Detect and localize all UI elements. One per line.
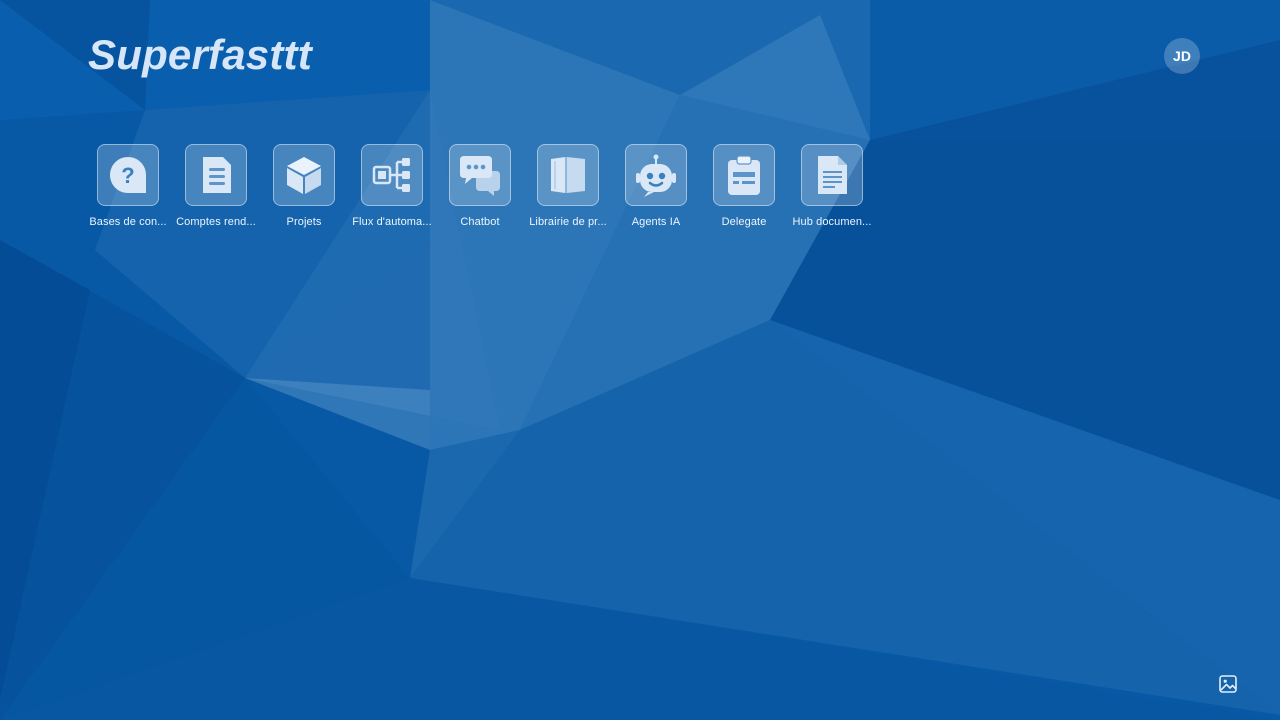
- app-label: Agents IA: [631, 216, 681, 228]
- app-label: Comptes rend...: [176, 216, 256, 228]
- app-label: Librairie de pr...: [529, 216, 607, 228]
- change-wallpaper-button[interactable]: [1218, 674, 1238, 694]
- file-text-icon: [818, 156, 847, 194]
- app-tile: [361, 144, 423, 206]
- document-lines-icon: [203, 157, 231, 193]
- app-prompt-library[interactable]: Librairie de pr...: [528, 144, 608, 228]
- app-delegate[interactable]: Delegate: [704, 144, 784, 228]
- desktop: Superfasttt JD ? Bases de con... Comptes…: [0, 0, 1280, 720]
- chat-bubbles-icon: [460, 156, 500, 196]
- app-label: Delegate: [721, 216, 767, 228]
- app-projects[interactable]: Projets: [264, 144, 344, 228]
- app-label: Bases de con...: [89, 216, 167, 228]
- book-icon: [551, 157, 585, 193]
- app-tile: [449, 144, 511, 206]
- image-icon: [1219, 675, 1237, 693]
- question-bubble-icon: ?: [110, 157, 146, 193]
- app-document-hub[interactable]: Hub documen...: [792, 144, 872, 228]
- cube-icon: [287, 157, 321, 194]
- brand-title: Superfasttt: [88, 31, 312, 78]
- robot-icon: [636, 154, 676, 197]
- app-tile: [625, 144, 687, 206]
- app-tile: [273, 144, 335, 206]
- svg-text:?: ?: [121, 163, 134, 188]
- app-tile: [537, 144, 599, 206]
- app-tile: ?: [97, 144, 159, 206]
- user-avatar[interactable]: JD: [1164, 38, 1200, 74]
- app-label: Hub documen...: [792, 216, 872, 228]
- app-ai-agents[interactable]: Agents IA: [616, 144, 696, 228]
- app-reports[interactable]: Comptes rend...: [176, 144, 256, 228]
- app-label: Chatbot: [460, 216, 500, 228]
- clipboard-icon: [728, 155, 760, 195]
- app-automation-flows[interactable]: Flux d'automa...: [352, 144, 432, 228]
- app-tile: [185, 144, 247, 206]
- app-launcher: ? Bases de con... Comptes rend... Projet…: [88, 144, 880, 228]
- app-knowledge-base[interactable]: ? Bases de con...: [88, 144, 168, 228]
- app-label: Flux d'automa...: [352, 216, 432, 228]
- app-label: Projets: [286, 216, 322, 228]
- app-tile: [713, 144, 775, 206]
- workflow-icon: [372, 158, 410, 192]
- app-tile: [801, 144, 863, 206]
- app-chatbot[interactable]: Chatbot: [440, 144, 520, 228]
- wallpaper-background: [0, 0, 1280, 720]
